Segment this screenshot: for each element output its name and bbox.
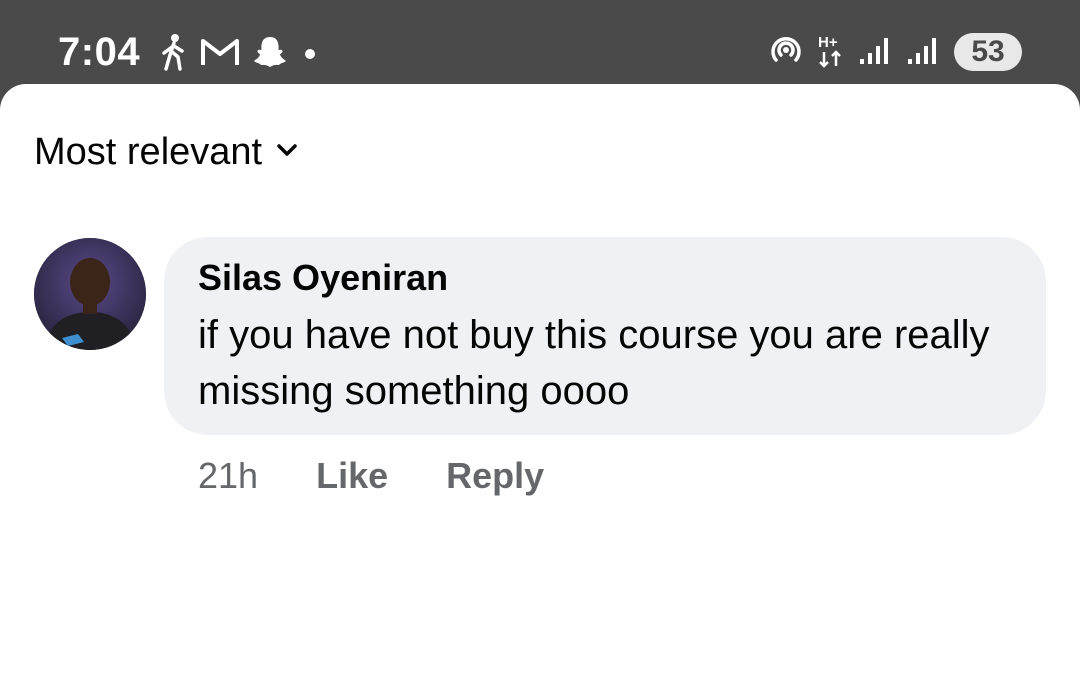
- chevron-down-icon: [276, 142, 298, 163]
- comments-sheet: Most relevant Silas Oyeniran if you have…: [0, 84, 1080, 686]
- battery-indicator: 53: [954, 33, 1022, 71]
- signal-icon: [906, 35, 940, 70]
- signal-icon: [858, 35, 892, 70]
- like-button[interactable]: Like: [316, 455, 388, 497]
- sort-dropdown[interactable]: Most relevant: [34, 128, 298, 176]
- status-left-icons: [160, 33, 320, 76]
- walking-person-icon: [160, 33, 188, 76]
- status-time: 7:04: [58, 30, 141, 74]
- comment-bubble: Silas Oyeniran if you have not buy this …: [164, 237, 1046, 435]
- snapchat-icon: [252, 34, 288, 75]
- avatar[interactable]: [34, 238, 146, 350]
- svg-text:H+: H+: [818, 34, 838, 51]
- status-right-icons: H+ 53: [768, 30, 1022, 74]
- reply-button[interactable]: Reply: [446, 455, 544, 497]
- comment-text: if you have not buy this course you are …: [198, 313, 990, 413]
- notification-dot-icon: [300, 42, 320, 67]
- comment-actions: 21h Like Reply: [198, 450, 544, 502]
- hotspot-icon: [768, 32, 804, 73]
- data-arrows-icon: H+: [818, 32, 844, 73]
- gmail-icon: [200, 37, 240, 72]
- sort-label: Most relevant: [34, 131, 263, 173]
- status-bar: 7:04 H+ 53: [0, 0, 1080, 92]
- comment-author[interactable]: Silas Oyeniran: [198, 255, 1012, 301]
- comment-timestamp[interactable]: 21h: [198, 455, 258, 497]
